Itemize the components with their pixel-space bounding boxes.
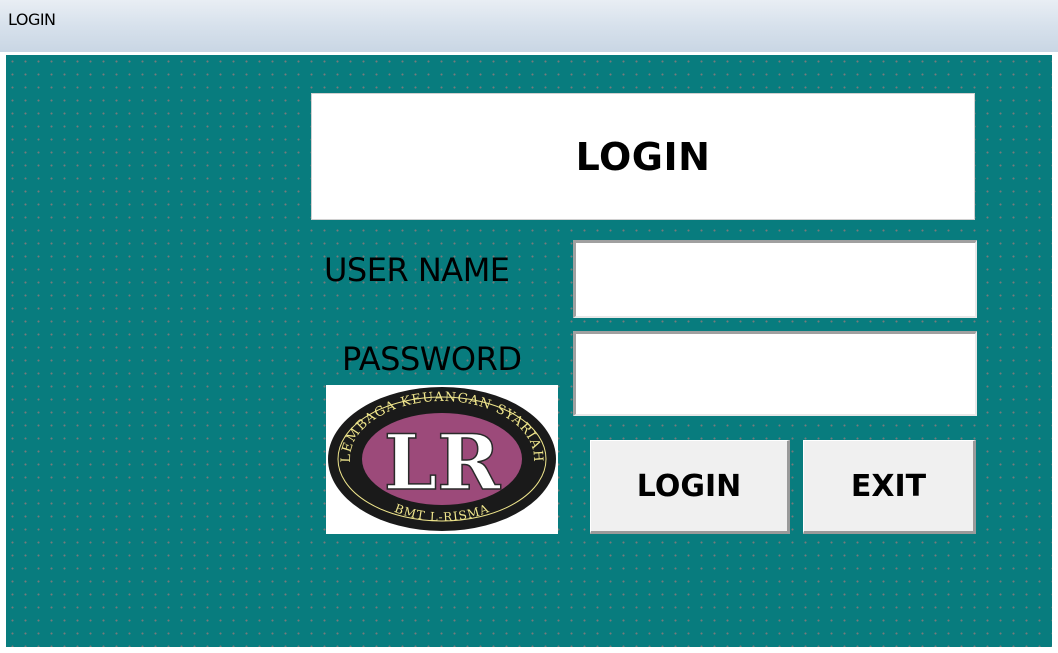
window-title: LOGIN: [8, 10, 56, 29]
login-form: LOGIN USER NAME PASSWORD LEMBAGA KEUANGA…: [6, 55, 1052, 647]
password-input[interactable]: [573, 331, 977, 416]
password-label: PASSWORD: [342, 340, 522, 378]
form-heading: LOGIN: [575, 134, 711, 179]
organization-logo: LEMBAGA KEUANGAN SYARIAH BMT L-RISMA LR: [326, 385, 558, 534]
username-label: USER NAME: [324, 251, 510, 289]
exit-button[interactable]: EXIT: [803, 440, 976, 534]
username-input[interactable]: [573, 240, 977, 318]
logo-monogram: LR: [384, 418, 501, 507]
title-bar[interactable]: LOGIN: [0, 0, 1058, 52]
header-panel: LOGIN: [311, 93, 975, 220]
logo-emblem: LEMBAGA KEUANGAN SYARIAH BMT L-RISMA LR: [328, 387, 556, 531]
login-button[interactable]: LOGIN: [590, 440, 790, 534]
